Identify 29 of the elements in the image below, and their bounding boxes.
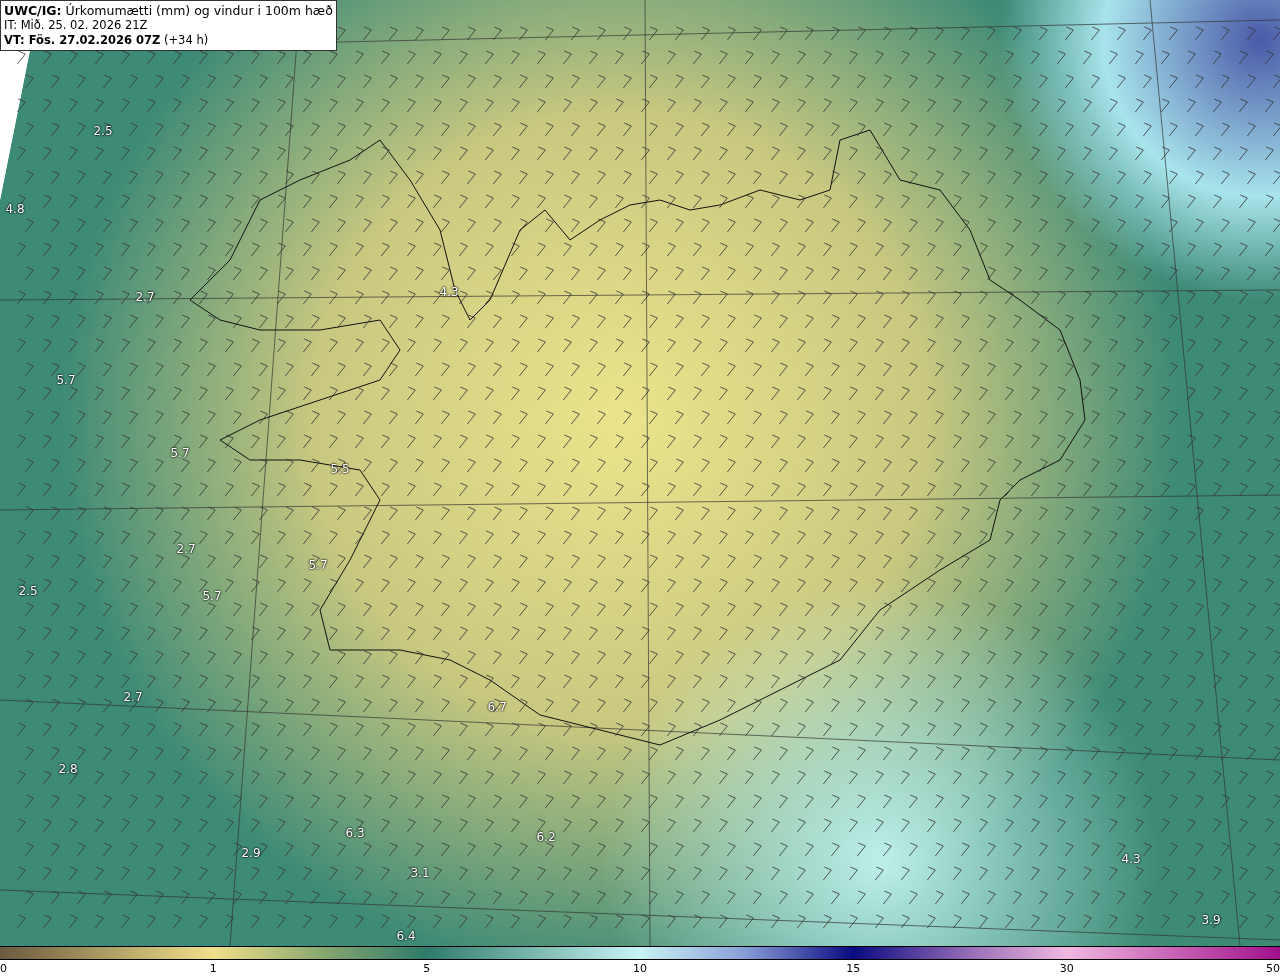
scale-tick-label: 5 bbox=[423, 962, 431, 975]
value-label: 5.7 bbox=[308, 558, 328, 572]
value-label: 2.5 bbox=[18, 584, 38, 598]
issue-time: IT: Mið. 25. 02. 2026 21Z bbox=[4, 18, 149, 33]
scale-tick-label: 15 bbox=[846, 962, 861, 975]
scale-tick-label: 1 bbox=[209, 962, 217, 975]
value-label: 4.3 bbox=[1121, 852, 1141, 866]
value-label: 6.2 bbox=[536, 830, 556, 844]
value-label: 2.9 bbox=[241, 846, 261, 860]
value-label: 5.7 bbox=[202, 589, 222, 603]
value-label: 2.8 bbox=[58, 762, 78, 776]
value-label: 3.9 bbox=[1201, 913, 1221, 927]
value-label: 6.4 bbox=[396, 929, 416, 943]
value-label: 6.7 bbox=[487, 700, 507, 714]
value-label: 2.7 bbox=[135, 290, 155, 304]
value-label: 5.7 bbox=[170, 446, 190, 460]
scale-tick-label: 30 bbox=[1059, 962, 1074, 975]
scale-tick-label: 0 bbox=[0, 962, 7, 975]
map-title: UWC/IG: Úrkomumætti (mm) og vindur i 100m hæð bbox=[4, 3, 333, 18]
scale-tick-label: 50 bbox=[1266, 962, 1280, 975]
value-label: 2.5 bbox=[93, 124, 113, 138]
value-label: 4.8 bbox=[5, 202, 25, 216]
value-label: 2.7 bbox=[123, 690, 143, 704]
scale-tick-label: 10 bbox=[633, 962, 647, 975]
value-label: 5.7 bbox=[56, 373, 76, 387]
value-label: 2.7 bbox=[176, 542, 196, 556]
value-label: 3.1 bbox=[410, 866, 430, 880]
valid-time: VT: Fös. 27.02.2026 07Z (+34 h) bbox=[4, 33, 210, 48]
value-label: 6.3 bbox=[345, 826, 365, 840]
